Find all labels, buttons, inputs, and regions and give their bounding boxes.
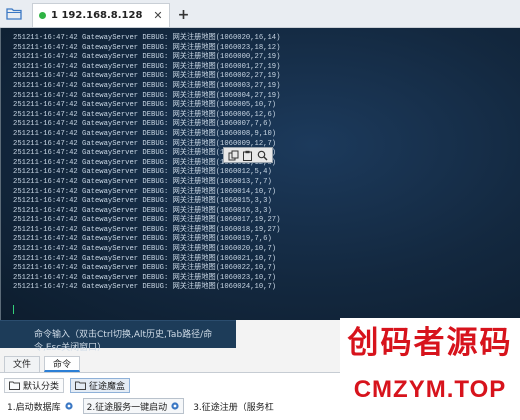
terminal-cursor: [13, 305, 18, 314]
add-tab-button[interactable]: +: [178, 3, 190, 27]
folder-icon: [9, 381, 20, 390]
folder-icon: [6, 8, 22, 20]
session-tab-bar: 1 192.168.8.128 ✕ +: [0, 0, 520, 28]
terminal-line: 251211-16:47:42 GatewayServer DEBUG: 网关注…: [13, 110, 277, 119]
tab-commands[interactable]: 命令: [44, 356, 81, 372]
gear-icon: [171, 402, 179, 410]
terminal-line: 251211-16:47:42 GatewayServer DEBUG: 网关注…: [13, 216, 281, 225]
connection-status-icon: [39, 12, 46, 19]
tab-files[interactable]: 文件: [4, 356, 41, 372]
command-label: 3.征途注册（服务杠: [193, 402, 274, 413]
command-label: 2.征途服务一键启动: [86, 402, 168, 413]
folder-icon: [75, 381, 87, 390]
command-input[interactable]: 命令输入（双击Ctrl切换,Alt历史,Tab路径/命令,Esc关闭窗口）: [0, 320, 236, 353]
category-label: 征途魔盒: [89, 381, 126, 392]
terminal-line: 251211-16:47:42 GatewayServer DEBUG: 网关注…: [13, 235, 272, 244]
terminal-line: 251211-16:47:42 GatewayServer DEBUG: 网关注…: [13, 129, 277, 138]
gear-icon: [64, 402, 73, 410]
command-register[interactable]: 3.征途注册（服务杠: [190, 398, 277, 414]
command-list: 1.启动数据库 2.征途服务一键启动 3.征途注册（服务杠: [4, 398, 277, 414]
command-panel: 默认分类 征途魔盒 1.启动数据库 2.征途服务一键启动 3.征途注册（服务杠: [0, 372, 340, 420]
selection-toolbar: [223, 147, 273, 163]
terminal-log: 251211-16:47:42 GatewayServer DEBUG: 网关注…: [13, 34, 280, 293]
close-tab-icon[interactable]: ✕: [153, 9, 162, 22]
terminal-line: 251211-16:47:42 GatewayServer DEBUG: 网关注…: [13, 43, 281, 52]
terminal-line: 251211-16:47:42 GatewayServer DEBUG: 网关注…: [13, 34, 281, 42]
terminal-line: 251211-16:47:42 GatewayServer DEBUG: 网关注…: [13, 62, 281, 71]
terminal-line: 251211-16:47:42 GatewayServer DEBUG: 网关注…: [13, 177, 272, 186]
open-folder-button[interactable]: [0, 0, 28, 27]
terminal-line: 251211-16:47:42 GatewayServer DEBUG: 网关注…: [13, 81, 281, 90]
category-default[interactable]: 默认分类: [4, 377, 65, 393]
command-start-database[interactable]: 1.启动数据库: [4, 398, 77, 414]
terminal-line: 251211-16:47:42 GatewayServer DEBUG: 网关注…: [13, 53, 281, 62]
terminal-line: 251211-16:47:42 GatewayServer DEBUG: 网关注…: [13, 120, 272, 129]
category-row: 默认分类 征途魔盒: [4, 377, 131, 393]
terminal-line: 251211-16:47:42 GatewayServer DEBUG: 网关注…: [13, 197, 272, 206]
terminal-line: 251211-16:47:42 GatewayServer DEBUG: 网关注…: [13, 168, 272, 177]
bottom-panel-tabs: 文件 命令: [0, 356, 340, 372]
category-zhengtu-box[interactable]: 征途魔盒: [70, 377, 131, 393]
terminal-line: 251211-16:47:42 GatewayServer DEBUG: 网关注…: [13, 187, 277, 196]
session-tab-label: 1 192.168.8.128: [51, 10, 143, 21]
watermark-title: 创码者源码: [347, 325, 513, 361]
terminal-line: 251211-16:47:42 GatewayServer DEBUG: 网关注…: [13, 283, 277, 292]
search-icon[interactable]: [257, 149, 269, 161]
command-one-click-start[interactable]: 2.征途服务一键启动: [82, 398, 185, 414]
watermark-url: CMZYM.TOP: [353, 376, 507, 403]
terminal-line: 251211-16:47:42 GatewayServer DEBUG: 网关注…: [13, 254, 277, 263]
terminal-app-window: 1 192.168.8.128 ✕ + 251211-16:47:42 Gate…: [0, 0, 520, 420]
terminal-line: 251211-16:47:42 GatewayServer DEBUG: 网关注…: [13, 101, 277, 110]
terminal-line: 251211-16:47:42 GatewayServer DEBUG: 网关注…: [13, 72, 281, 81]
paste-icon[interactable]: [242, 149, 254, 161]
session-tab[interactable]: 1 192.168.8.128 ✕: [32, 3, 170, 27]
terminal-line: 251211-16:47:42 GatewayServer DEBUG: 网关注…: [13, 245, 277, 254]
terminal-line: 251211-16:47:42 GatewayServer DEBUG: 网关注…: [13, 91, 281, 100]
terminal-line: 251211-16:47:42 GatewayServer DEBUG: 网关注…: [13, 206, 272, 215]
category-label: 默认分类: [23, 381, 60, 392]
terminal-line: 251211-16:47:42 GatewayServer DEBUG: 网关注…: [13, 273, 277, 282]
command-label: 1.启动数据库: [7, 402, 61, 413]
terminal-line: 251211-16:47:42 GatewayServer DEBUG: 网关注…: [13, 264, 277, 273]
terminal-output[interactable]: 251211-16:47:42 GatewayServer DEBUG: 网关注…: [0, 28, 520, 320]
copy-icon[interactable]: [227, 149, 239, 161]
